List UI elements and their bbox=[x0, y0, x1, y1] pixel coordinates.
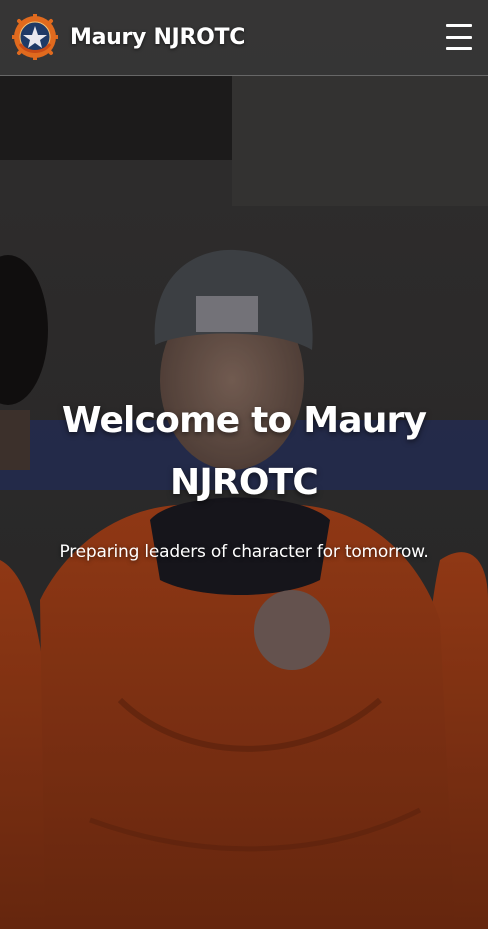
hamburger-line-icon bbox=[446, 47, 472, 50]
page: Maury NJROTC Welcome to Maury NJROTC Pre… bbox=[0, 0, 488, 929]
hero-content: Welcome to Maury NJROTC Preparing leader… bbox=[0, 390, 488, 564]
hero-title: Welcome to Maury NJROTC bbox=[61, 400, 427, 503]
brand-name: Maury NJROTC bbox=[70, 24, 246, 50]
hero-subtitle: Preparing leaders of character for tomor… bbox=[59, 542, 429, 562]
hamburger-menu-icon[interactable] bbox=[446, 22, 474, 52]
brand-link[interactable]: Maury NJROTC bbox=[12, 14, 245, 60]
hamburger-line-icon bbox=[446, 35, 472, 39]
navbar: Maury NJROTC bbox=[0, 0, 488, 76]
njrotc-emblem-icon bbox=[12, 14, 58, 60]
hamburger-line-icon bbox=[446, 24, 472, 27]
